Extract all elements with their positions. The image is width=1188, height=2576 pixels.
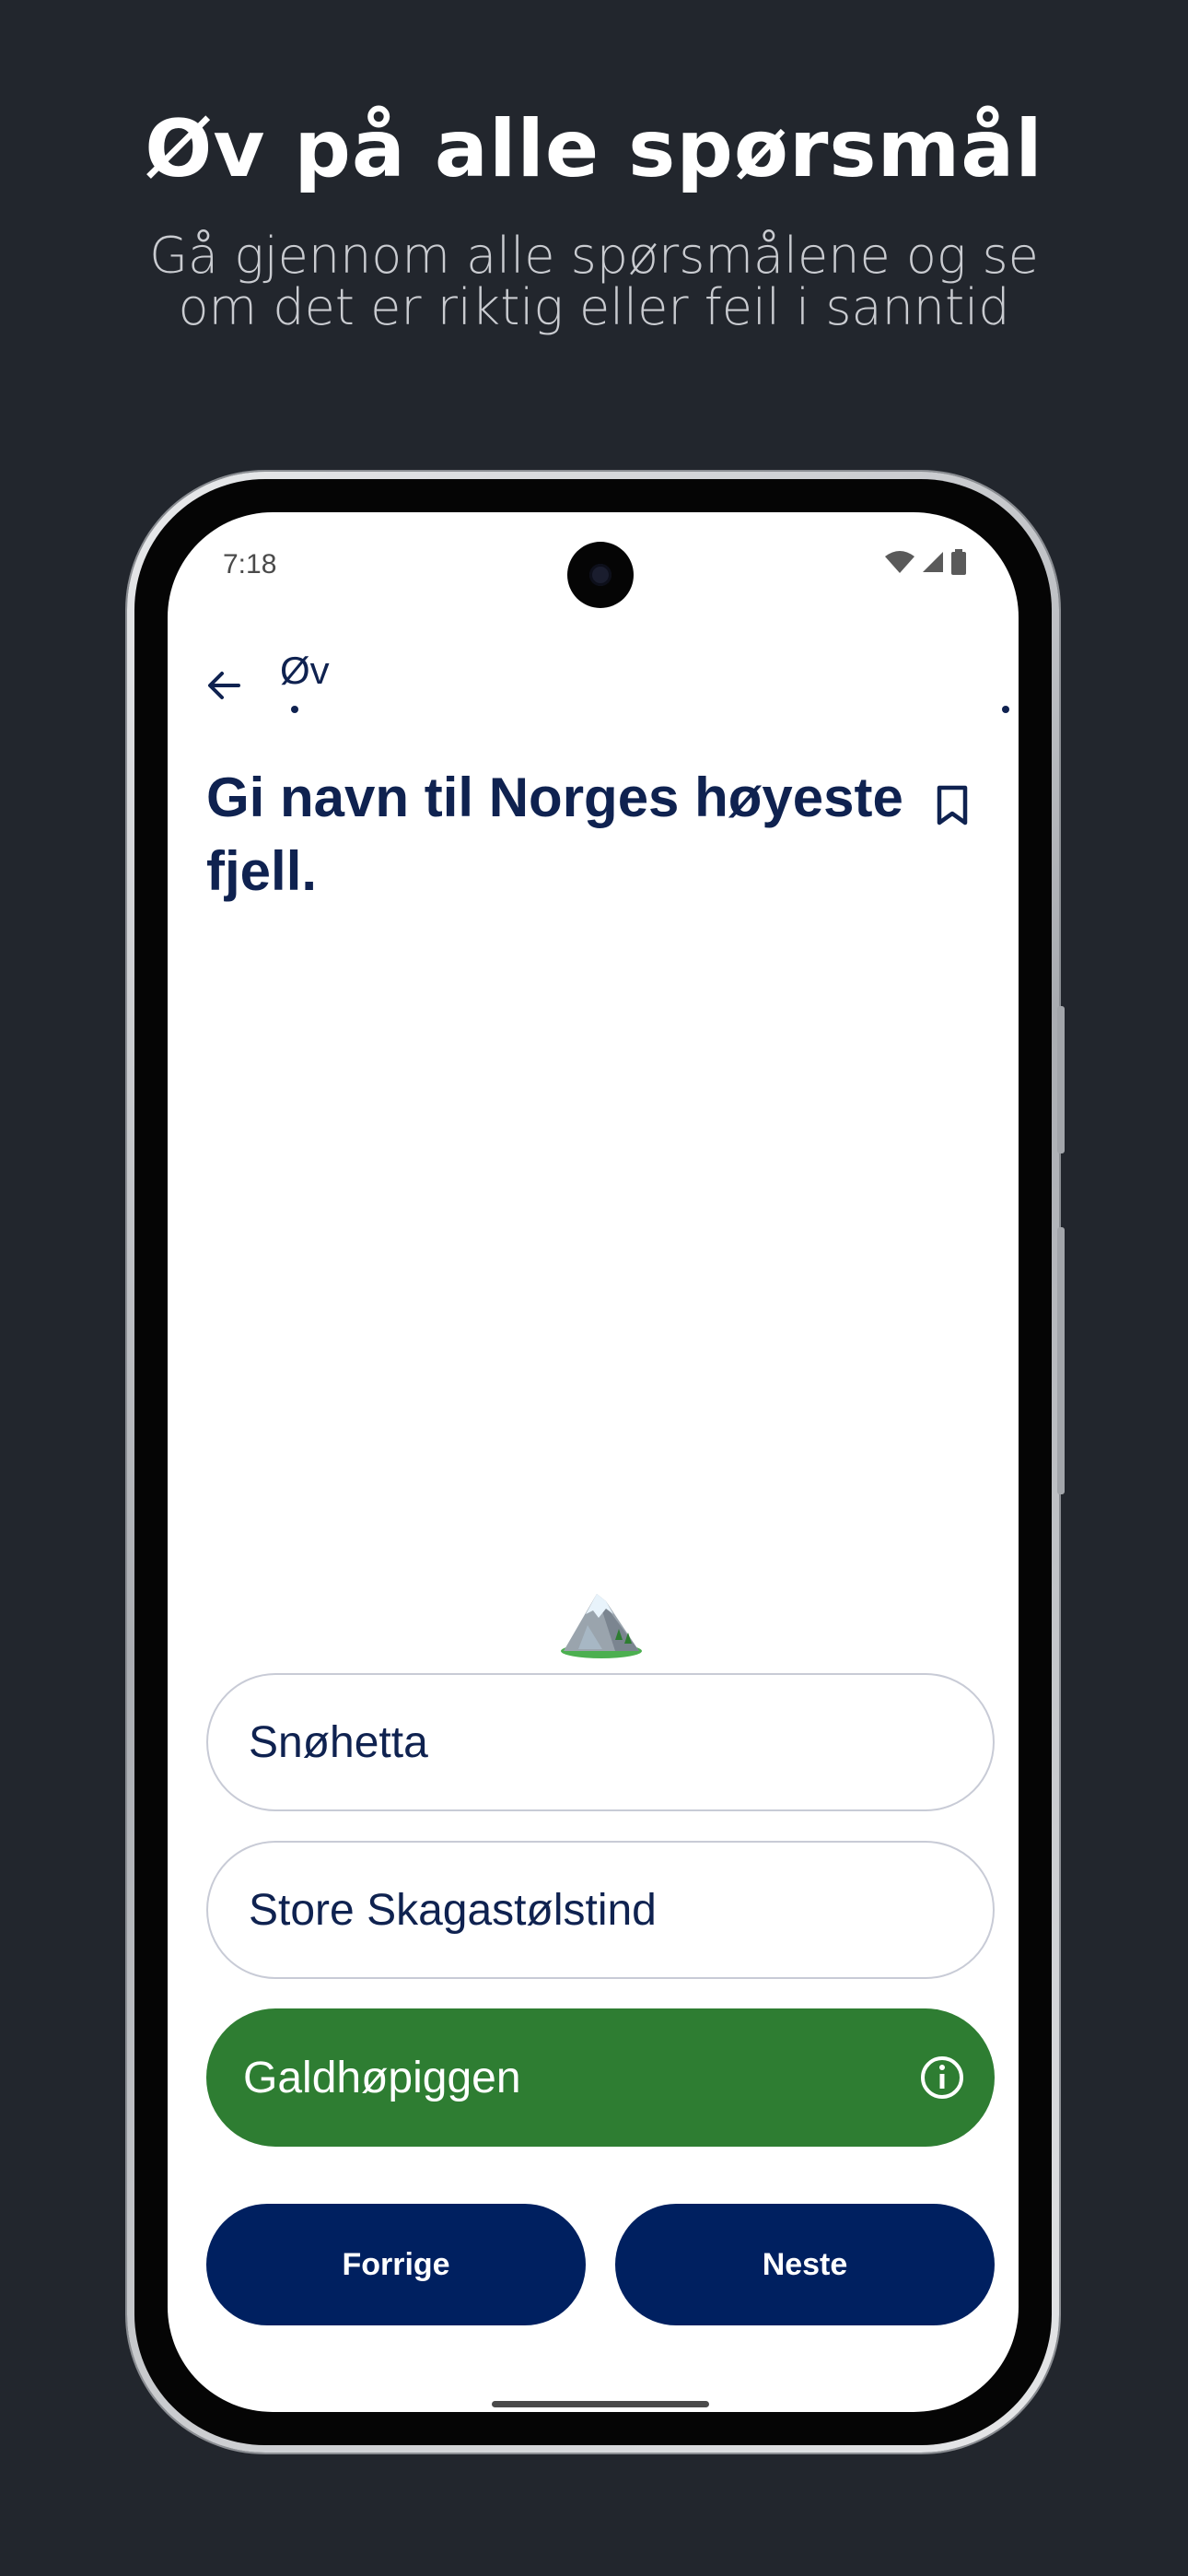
wifi-icon bbox=[884, 549, 915, 579]
app-bar-title: Øv bbox=[280, 649, 330, 692]
status-icons bbox=[884, 549, 967, 579]
info-icon[interactable] bbox=[919, 2055, 965, 2101]
previous-button-label: Forrige bbox=[342, 2246, 450, 2282]
answer-option-label: Store Skagastølstind bbox=[249, 1885, 657, 1935]
previous-button[interactable]: Forrige bbox=[206, 2204, 586, 2325]
promo-title: Øv på alle spørsmål bbox=[145, 103, 1043, 195]
answer-option-label: Galdhøpiggen bbox=[243, 2053, 521, 2102]
status-time: 7:18 bbox=[223, 549, 277, 580]
question-text: Gi navn til Norges høyeste fjell. bbox=[206, 767, 903, 902]
answer-option[interactable]: Store Skagastølstind bbox=[206, 1841, 995, 1979]
phone-screen: 7:18 Øv Gi navn til Norges høyeste fjell… bbox=[168, 512, 1019, 2412]
phone-volume-button bbox=[1057, 1227, 1065, 1494]
bookmark-button[interactable] bbox=[925, 779, 980, 835]
bookmark-outline-icon bbox=[936, 785, 969, 829]
snow-capped-mountain-icon bbox=[560, 1585, 643, 1658]
progress-dot-end bbox=[1002, 706, 1009, 713]
phone-bezel: 7:18 Øv Gi navn til Norges høyeste fjell… bbox=[134, 479, 1052, 2445]
promo-subtitle: Gå gjennom alle spørsmålene og se om det… bbox=[149, 227, 1039, 336]
arrow-back-icon bbox=[204, 666, 242, 708]
signal-icon bbox=[921, 550, 945, 578]
progress-dot-start bbox=[291, 706, 298, 713]
front-camera bbox=[567, 542, 634, 608]
battery-icon bbox=[950, 549, 967, 579]
next-button[interactable]: Neste bbox=[615, 2204, 995, 2325]
answer-option-label: Snøhetta bbox=[249, 1717, 428, 1767]
back-button[interactable] bbox=[195, 660, 250, 715]
answer-option[interactable]: Snøhetta bbox=[206, 1673, 995, 1811]
home-indicator[interactable] bbox=[492, 2401, 709, 2407]
phone-frame: 7:18 Øv Gi navn til Norges høyeste fjell… bbox=[127, 472, 1065, 2453]
phone-power-button bbox=[1057, 1006, 1065, 1153]
next-button-label: Neste bbox=[762, 2246, 848, 2282]
answer-option-correct[interactable]: Galdhøpiggen bbox=[206, 2008, 995, 2147]
